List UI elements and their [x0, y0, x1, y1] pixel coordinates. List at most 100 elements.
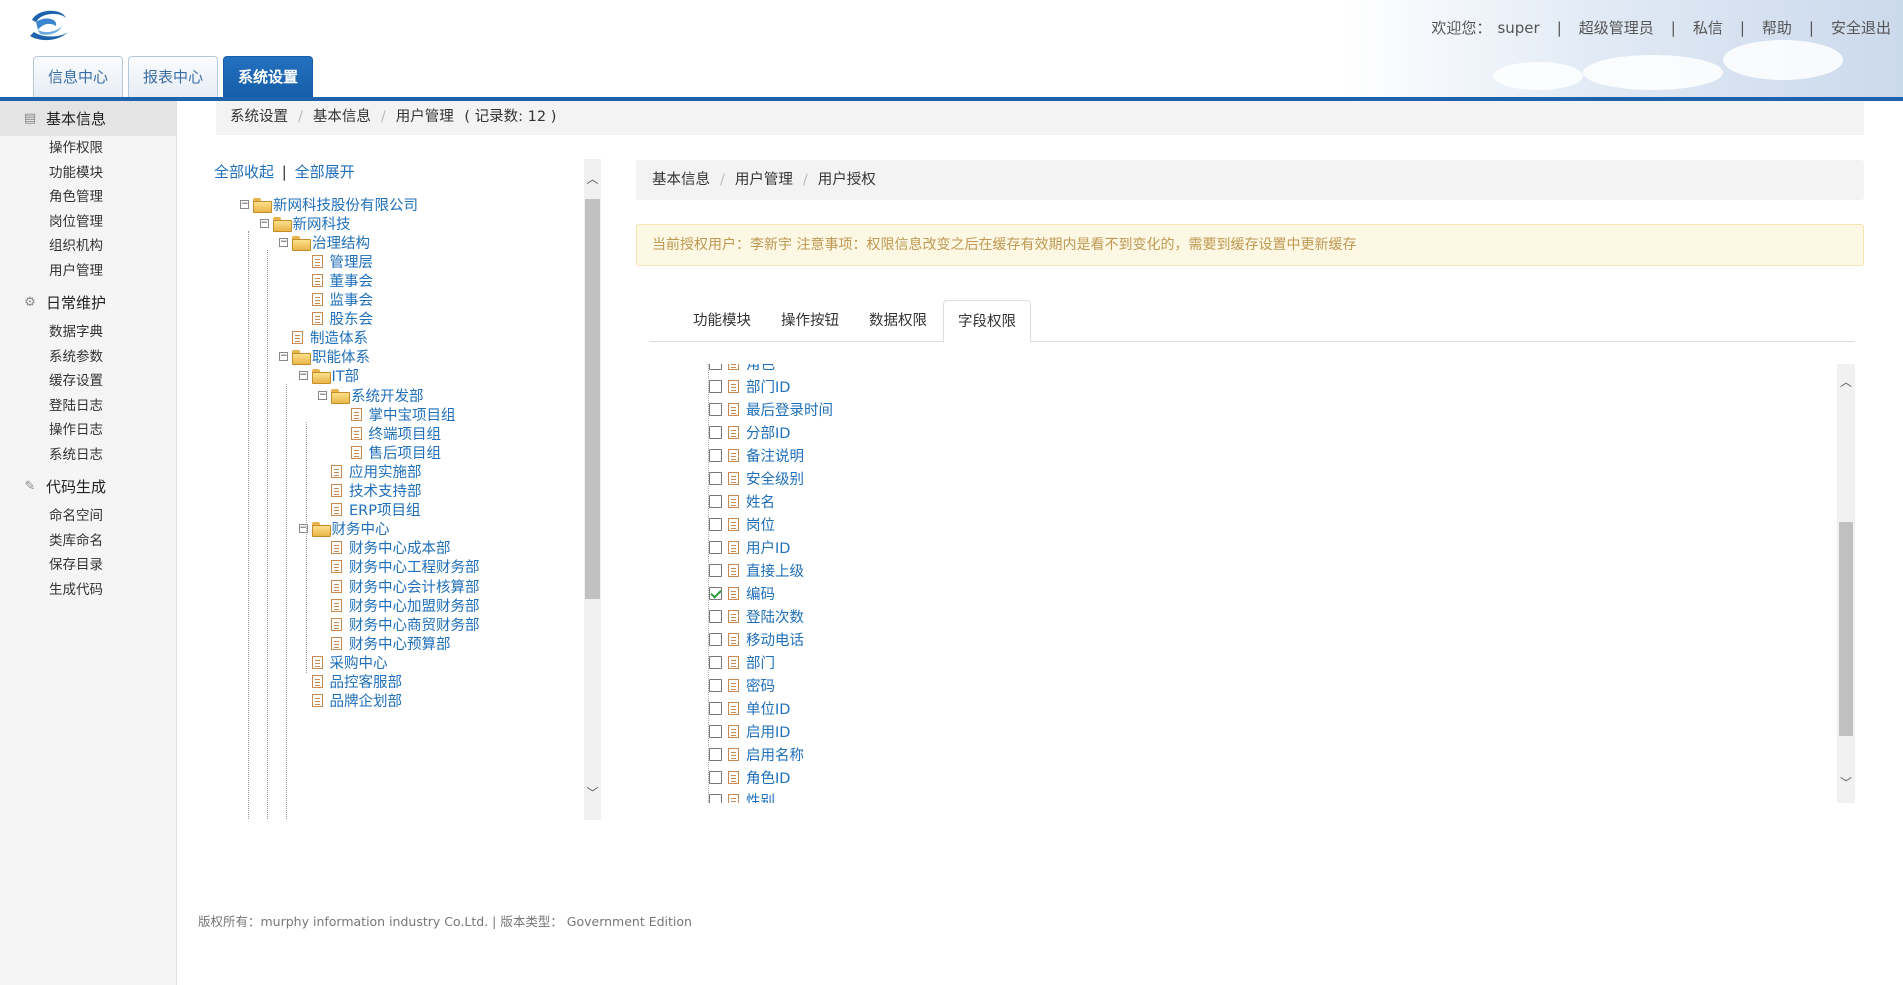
field-permission-row: 最后登录时间 — [709, 398, 1309, 421]
expand-all-link[interactable]: 全部展开 — [295, 163, 355, 181]
field-checkbox[interactable] — [709, 656, 722, 669]
field-checkbox[interactable] — [709, 403, 722, 416]
field-label[interactable]: 部门 — [746, 652, 775, 673]
sidebar-item-params[interactable]: 系统参数 — [0, 345, 176, 370]
field-checkbox[interactable] — [709, 472, 722, 485]
field-checkbox[interactable] — [709, 702, 722, 715]
field-label[interactable]: 最后登录时间 — [746, 399, 833, 420]
field-checkbox[interactable] — [709, 794, 722, 803]
field-checkbox[interactable] — [709, 541, 722, 554]
field-permission-row: 用户ID — [709, 536, 1309, 559]
scroll-up-arrow-icon[interactable]: ︿ — [1837, 374, 1855, 391]
page-icon — [311, 694, 323, 708]
sidebar-item-positions[interactable]: 岗位管理 — [0, 210, 176, 235]
tab-report-center[interactable]: 报表中心 — [128, 56, 219, 97]
sidebar-group-basic-info[interactable]: ▤ 基本信息 — [0, 101, 176, 136]
breadcrumb-item[interactable]: 系统设置 — [230, 109, 288, 125]
field-list: 角色部门ID 最后登录时间 分部ID 备注说明 安全级别 姓名 岗位 用户ID 直接上级 编码 登陆… — [709, 364, 1309, 803]
sidebar-item-login-log[interactable]: 登陆日志 — [0, 394, 176, 419]
field-label[interactable]: 部门ID — [746, 376, 790, 397]
tab-info-center[interactable]: 信息中心 — [33, 56, 124, 97]
field-label[interactable]: 启用ID — [746, 721, 790, 742]
scroll-up-arrow-icon[interactable]: ︿ — [584, 171, 601, 188]
sidebar-item-dictionary[interactable]: 数据字典 — [0, 320, 176, 345]
sidebar-item-users[interactable]: 用户管理 — [0, 259, 176, 284]
field-label[interactable]: 分部ID — [746, 422, 790, 443]
field-label[interactable]: 单位ID — [746, 698, 790, 719]
field-checkbox[interactable] — [709, 518, 722, 531]
role-link[interactable]: 超级管理员 — [1579, 17, 1654, 38]
sidebar-item-roles[interactable]: 角色管理 — [0, 185, 176, 210]
field-checkbox[interactable] — [709, 748, 722, 761]
tree-scrollbar[interactable]: ︿ ﹀ — [584, 159, 601, 820]
sidebar-group-maintenance[interactable]: ⚙ 日常维护 — [0, 285, 176, 320]
field-label[interactable]: 岗位 — [746, 514, 775, 535]
folder-icon — [292, 235, 311, 251]
scrollbar-thumb[interactable] — [1839, 522, 1853, 736]
breadcrumb-item[interactable]: 基本信息 — [313, 109, 371, 125]
field-label[interactable]: 编码 — [746, 583, 775, 604]
field-scrollbar[interactable]: ︿ ﹀ — [1837, 364, 1855, 803]
field-checkbox[interactable] — [709, 610, 722, 623]
collapse-all-link[interactable]: 全部收起 — [214, 163, 274, 181]
help-link[interactable]: 帮助 — [1762, 17, 1792, 38]
sidebar-item-save-dir[interactable]: 保存目录 — [0, 553, 176, 578]
tab-function-modules[interactable]: 功能模块 — [679, 300, 765, 342]
collapse-toggle-icon[interactable]: − — [259, 218, 269, 228]
field-label[interactable]: 登陆次数 — [746, 606, 804, 627]
field-checkbox[interactable] — [709, 364, 722, 370]
tab-data-permissions[interactable]: 数据权限 — [855, 300, 941, 342]
sidebar-item-namespace[interactable]: 命名空间 — [0, 504, 176, 529]
field-permission-list: 角色部门ID 最后登录时间 分部ID 备注说明 安全级别 姓名 岗位 用户ID 直接上级 编码 登陆… — [649, 364, 1855, 803]
field-label[interactable]: 直接上级 — [746, 560, 804, 581]
breadcrumb-item[interactable]: 基本信息 — [652, 172, 710, 188]
field-label[interactable]: 性别 — [746, 790, 775, 803]
field-label[interactable]: 角色 — [746, 364, 775, 374]
field-label[interactable]: 备注说明 — [746, 445, 804, 466]
sidebar-item-organization[interactable]: 组织机构 — [0, 234, 176, 259]
logout-link[interactable]: 安全退出 — [1831, 17, 1891, 38]
scroll-down-arrow-icon[interactable]: ﹀ — [1837, 775, 1855, 792]
pencil-icon: ✎ — [24, 478, 36, 494]
sidebar-item-modules[interactable]: 功能模块 — [0, 161, 176, 186]
field-checkbox[interactable] — [709, 426, 722, 439]
app-header: 欢迎您： super | 超级管理员 | 私信 | 帮助 | 安全退出 信息中心… — [0, 0, 1903, 100]
field-checkbox[interactable] — [709, 564, 722, 577]
scroll-down-arrow-icon[interactable]: ﹀ — [584, 785, 601, 802]
field-checkbox[interactable] — [709, 771, 722, 784]
sidebar-item-cache[interactable]: 缓存设置 — [0, 369, 176, 394]
field-checkbox[interactable] — [709, 587, 722, 600]
tab-system-settings[interactable]: 系统设置 — [223, 56, 314, 97]
field-label[interactable]: 启用名称 — [746, 744, 804, 765]
field-checkbox[interactable] — [709, 633, 722, 646]
field-label[interactable]: 用户ID — [746, 537, 790, 558]
tree-leaf-node[interactable]: 品牌企划部 — [299, 690, 402, 712]
scrollbar-thumb[interactable] — [585, 199, 600, 599]
field-checkbox[interactable] — [709, 380, 722, 393]
sidebar-item-library-name[interactable]: 类库命名 — [0, 529, 176, 554]
breadcrumb-item[interactable]: 用户管理 — [735, 172, 793, 188]
collapse-toggle-icon[interactable]: − — [279, 237, 288, 247]
field-checkbox[interactable] — [709, 679, 722, 692]
collapse-toggle-icon[interactable]: − — [318, 390, 327, 400]
collapse-toggle-icon[interactable]: − — [279, 352, 288, 362]
sidebar-group-codegen[interactable]: ✎ 代码生成 — [0, 469, 176, 504]
field-label[interactable]: 角色ID — [746, 767, 790, 788]
sidebar-item-operation-log[interactable]: 操作日志 — [0, 418, 176, 443]
messages-link[interactable]: 私信 — [1693, 17, 1723, 38]
sidebar-item-permissions[interactable]: 操作权限 — [0, 136, 176, 161]
field-label[interactable]: 移动电话 — [746, 629, 804, 650]
field-checkbox[interactable] — [709, 725, 722, 738]
collapse-toggle-icon[interactable]: − — [298, 371, 308, 381]
field-checkbox[interactable] — [709, 449, 722, 462]
sidebar-item-generate[interactable]: 生成代码 — [0, 578, 176, 603]
field-label[interactable]: 安全级别 — [746, 468, 804, 489]
field-label[interactable]: 密码 — [746, 675, 775, 696]
field-label[interactable]: 姓名 — [746, 491, 775, 512]
tab-action-buttons[interactable]: 操作按钮 — [767, 300, 853, 342]
tab-field-permissions[interactable]: 字段权限 — [943, 300, 1031, 343]
permission-tabs: 功能模块 操作按钮 数据权限 字段权限 — [649, 300, 1855, 343]
collapse-toggle-icon[interactable]: − — [240, 199, 249, 209]
sidebar-item-system-log[interactable]: 系统日志 — [0, 443, 176, 468]
field-checkbox[interactable] — [709, 495, 722, 508]
